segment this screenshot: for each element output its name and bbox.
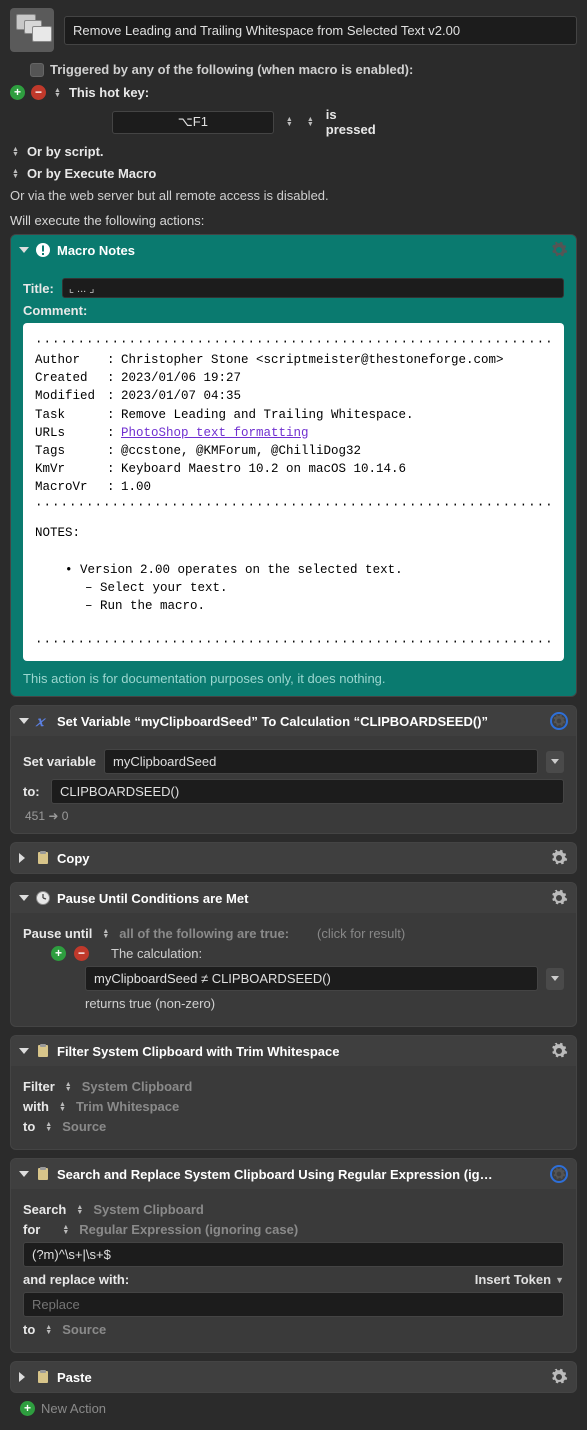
add-trigger-button[interactable]: + <box>10 85 25 100</box>
insert-token-button[interactable]: Insert Token ▼ <box>475 1272 564 1287</box>
action-title: Macro Notes <box>57 243 135 258</box>
gear-icon[interactable] <box>550 849 568 867</box>
filter-type-stepper[interactable]: ▲▼ <box>57 1102 68 1112</box>
disclosure-toggle[interactable] <box>19 1171 29 1177</box>
search-mode-stepper[interactable]: ▲▼ <box>60 1225 71 1235</box>
new-action-button[interactable]: + <box>20 1401 35 1416</box>
trigger-enabled-checkbox[interactable] <box>30 63 44 77</box>
source-label: Source <box>62 1322 106 1337</box>
remove-condition-button[interactable]: − <box>74 946 89 961</box>
replace-with-label: and replace with: <box>23 1272 129 1287</box>
trigger-type-stepper[interactable]: ▲▼ <box>52 88 63 98</box>
svg-text:𝑥: 𝑥 <box>35 715 47 729</box>
macro-title-input[interactable] <box>64 16 577 45</box>
comment-label: Comment: <box>23 303 87 318</box>
disclosure-toggle[interactable] <box>19 853 29 863</box>
notes-footer: This action is for documentation purpose… <box>23 671 564 686</box>
with-label: with <box>23 1099 49 1114</box>
system-clipboard-label: System Clipboard <box>82 1079 193 1094</box>
to-label: to: <box>23 784 43 799</box>
disclosure-toggle[interactable] <box>19 1372 29 1382</box>
clipboard-icon <box>35 1043 51 1059</box>
url-link[interactable]: PhotoShop text formatting <box>121 424 309 442</box>
variable-x-icon: 𝑥 <box>35 713 51 729</box>
condition-mode-stepper[interactable]: ▲▼ <box>100 929 111 939</box>
gear-icon[interactable] <box>550 1165 568 1183</box>
disclosure-toggle[interactable] <box>19 247 29 253</box>
comment-textarea[interactable]: ········································… <box>23 323 564 661</box>
action-title: Pause Until Conditions are Met <box>57 891 248 906</box>
search-source-stepper[interactable]: ▲▼ <box>74 1205 85 1215</box>
app-icon <box>10 8 54 52</box>
script-trigger-stepper[interactable]: ▲▼ <box>10 147 21 157</box>
clipboard-icon <box>35 850 51 866</box>
press-mode-stepper[interactable]: ▲▼ <box>305 117 316 127</box>
to-label: to <box>23 1322 35 1337</box>
variable-name-input[interactable] <box>104 749 538 774</box>
variable-dropdown[interactable] <box>546 751 564 773</box>
action-filter-clipboard: Filter System Clipboard with Trim Whites… <box>10 1035 577 1150</box>
notes-title-input[interactable] <box>62 278 564 298</box>
is-pressed-label: is pressed <box>326 107 377 137</box>
execute-macro-trigger-stepper[interactable]: ▲▼ <box>10 169 21 179</box>
search-pattern-input[interactable] <box>23 1242 564 1267</box>
filter-source-stepper[interactable]: ▲▼ <box>63 1082 74 1092</box>
notes-heading: NOTES: <box>35 524 552 542</box>
warning-icon <box>35 242 51 258</box>
filter-dest-stepper[interactable]: ▲▼ <box>43 1122 54 1132</box>
action-title: Filter System Clipboard with Trim Whites… <box>57 1044 339 1059</box>
or-via-web-label: Or via the web server but all remote acc… <box>10 188 329 203</box>
action-pause-until: Pause Until Conditions are Met Pause unt… <box>10 882 577 1027</box>
calculation-result: 451 ➜ 0 <box>23 809 564 823</box>
gear-icon[interactable] <box>550 241 568 259</box>
disclosure-toggle[interactable] <box>19 718 29 724</box>
action-paste: Paste <box>10 1361 577 1393</box>
action-search-replace: Search and Replace System Clipboard Usin… <box>10 1158 577 1353</box>
to-label: to <box>23 1119 35 1134</box>
action-macro-notes: Macro Notes Title: Comment: ············… <box>10 234 577 697</box>
will-execute-label: Will execute the following actions: <box>10 213 577 228</box>
trim-whitespace-label: Trim Whitespace <box>76 1099 179 1114</box>
set-variable-label: Set variable <box>23 754 96 769</box>
this-hot-key-label: This hot key: <box>69 85 149 100</box>
condition-expression-input[interactable] <box>85 966 538 991</box>
gear-icon[interactable] <box>550 1042 568 1060</box>
filter-label: Filter <box>23 1079 55 1094</box>
action-set-variable: 𝑥 Set Variable “myClipboardSeed” To Calc… <box>10 705 577 834</box>
all-true-label: all of the following are true: <box>119 926 289 941</box>
search-dest-stepper[interactable]: ▲▼ <box>43 1325 54 1335</box>
source-label: Source <box>62 1119 106 1134</box>
pause-until-label: Pause until <box>23 926 92 941</box>
add-condition-button[interactable]: + <box>51 946 66 961</box>
action-copy: Copy <box>10 842 577 874</box>
action-title: Copy <box>57 851 90 866</box>
disclosure-toggle[interactable] <box>19 895 29 901</box>
new-action-label: New Action <box>41 1401 106 1416</box>
regex-mode-label: Regular Expression (ignoring case) <box>79 1222 298 1237</box>
for-label: for <box>23 1222 40 1237</box>
click-for-result[interactable]: (click for result) <box>317 926 405 941</box>
returns-label: returns true (non-zero) <box>85 996 215 1011</box>
or-by-execute-macro-label: Or by Execute Macro <box>27 166 156 181</box>
disclosure-toggle[interactable] <box>19 1048 29 1054</box>
action-title: Search and Replace System Clipboard Usin… <box>57 1167 497 1182</box>
expression-dropdown[interactable] <box>546 968 564 990</box>
action-title: Set Variable “myClipboardSeed” To Calcul… <box>57 714 488 729</box>
triggered-by-label: Triggered by any of the following (when … <box>50 62 413 77</box>
system-clipboard-label: System Clipboard <box>93 1202 204 1217</box>
gear-icon[interactable] <box>550 712 568 730</box>
gear-icon[interactable] <box>550 889 568 907</box>
replace-input[interactable] <box>23 1292 564 1317</box>
clipboard-icon <box>35 1166 51 1182</box>
gear-icon[interactable] <box>550 1368 568 1386</box>
remove-trigger-button[interactable]: − <box>31 85 46 100</box>
clock-icon <box>35 890 51 906</box>
hotkey-input[interactable] <box>112 111 274 134</box>
the-calculation-label: The calculation: <box>111 946 202 961</box>
or-by-script-label: Or by script. <box>27 144 104 159</box>
hotkey-stepper[interactable]: ▲▼ <box>284 117 295 127</box>
title-label: Title: <box>23 281 54 296</box>
search-label: Search <box>23 1202 66 1217</box>
calculation-input[interactable] <box>51 779 564 804</box>
